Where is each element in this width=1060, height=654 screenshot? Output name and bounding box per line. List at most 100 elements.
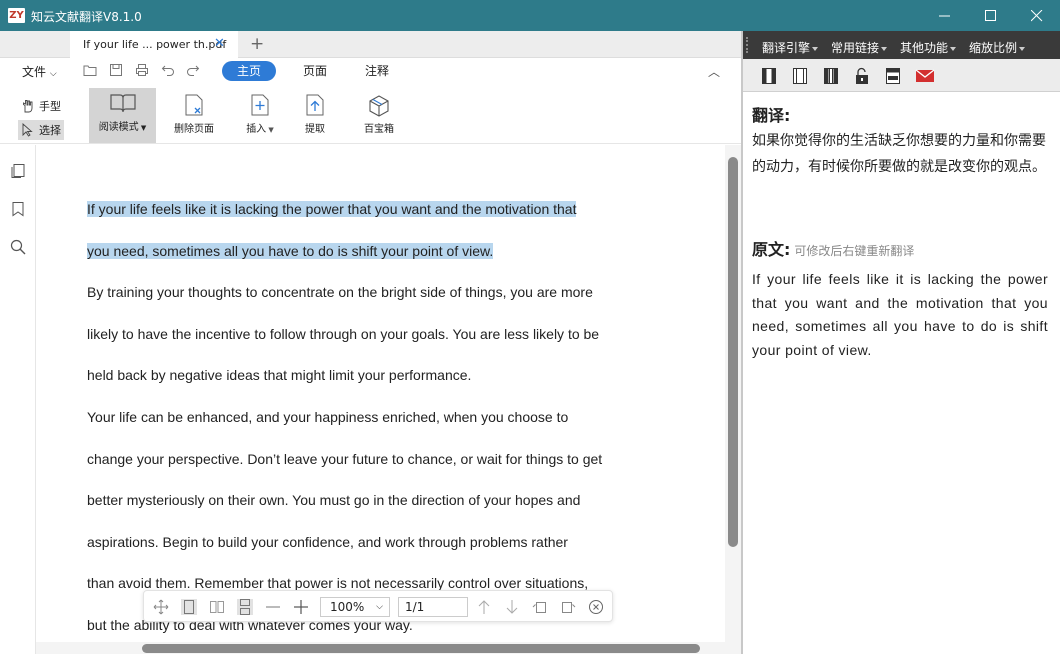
insert-page-icon — [251, 94, 269, 116]
app-logo: ZY — [8, 8, 25, 23]
drag-grip-icon[interactable] — [746, 37, 750, 53]
text-line: than avoid them. Remember that power is … — [87, 575, 589, 591]
minimize-button[interactable] — [922, 0, 968, 31]
open-folder-icon[interactable] — [83, 63, 97, 77]
layout-center-icon[interactable] — [791, 67, 809, 85]
source-heading: 原文: — [752, 240, 791, 259]
translation-content: 翻译: 如果你觉得你的生活缺乏你想要的力量和你需要的动力，有时候你所要做的就是改… — [743, 93, 1060, 654]
paragraph-2: By training your thoughts to concentrate… — [87, 272, 640, 397]
close-button[interactable] — [1014, 0, 1060, 31]
extract-button[interactable]: 提取 — [300, 90, 330, 142]
tab-bar: If your life ... power th.pdf ✕ + — [0, 31, 741, 58]
translation-panel: 翻译引擎 常用链接 其他功能 缩放比例 翻译: 如果你觉得你的生活缺乏你想要的力… — [741, 31, 1060, 654]
ribbon-toolbar: 文件 ⌵ 主页 页面 注释 ︿ 手型 选择 阅读模式 ▼ 删除页面 插入 ▼ 提… — [0, 58, 741, 144]
source-edit-hint: 可修改后右键重新翻译 — [794, 244, 915, 258]
unlock-icon[interactable] — [853, 67, 871, 85]
hand-icon — [23, 100, 33, 113]
menu-translation-engine[interactable]: 翻译引擎 — [762, 39, 818, 56]
translation-icon-bar — [743, 59, 1060, 92]
file-menu-label: 文件 — [22, 65, 47, 79]
menu-zoom-ratio[interactable]: 缩放比例 — [969, 39, 1025, 56]
menu-other-functions[interactable]: 其他功能 — [900, 39, 956, 56]
translation-heading: 翻译: — [752, 106, 791, 125]
continuous-scroll-icon[interactable] — [237, 599, 253, 615]
read-mode-button[interactable]: 阅读模式 ▼ — [89, 88, 156, 143]
vertical-scroll-thumb[interactable] — [728, 157, 738, 547]
minimize-icon — [939, 15, 950, 16]
source-heading-row: 原文: 可修改后右键重新翻译 — [752, 236, 914, 260]
tab-page[interactable]: 页面 — [288, 61, 342, 81]
rotate-left-icon[interactable] — [532, 599, 548, 615]
source-text[interactable]: If your life feels like it is lacking th… — [752, 268, 1048, 362]
maximize-button[interactable] — [968, 0, 1014, 31]
maximize-icon — [985, 9, 996, 21]
insert-label: 插入 — [246, 124, 267, 135]
tab-annotate[interactable]: 注释 — [350, 61, 404, 81]
zoom-out-icon[interactable] — [265, 599, 281, 615]
floating-page-toolbar: 100% ⌵ 1/1 — [143, 590, 613, 622]
highlighted-line[interactable]: If your life feels like it is lacking th… — [87, 201, 577, 217]
two-page-icon[interactable] — [209, 599, 225, 615]
save-icon[interactable] — [109, 63, 123, 77]
document-tab[interactable]: If your life ... power th.pdf ✕ — [70, 31, 238, 58]
collapse-ribbon-icon[interactable]: ︿ — [708, 63, 720, 80]
horizontal-scrollbar[interactable] — [36, 642, 725, 654]
delete-page-label: 删除页面 — [174, 124, 214, 135]
menu-common-links[interactable]: 常用链接 — [831, 39, 887, 56]
left-sidebar — [0, 145, 36, 654]
app-title: 知云文献翻译V8.1.0 — [31, 10, 142, 24]
window-mode-icon[interactable] — [884, 67, 902, 85]
translation-text[interactable]: 如果你觉得你的生活缺乏你想要的力量和你需要的动力，有时候你所要做的就是改变你的观… — [752, 128, 1048, 180]
delete-page-icon — [185, 94, 203, 116]
move-icon[interactable] — [153, 599, 169, 615]
toolbox-label: 百宝箱 — [364, 124, 394, 135]
bookmark-icon[interactable] — [10, 201, 26, 217]
undo-icon[interactable] — [161, 63, 175, 77]
text-line: Your life can be enhanced, and your happ… — [87, 409, 569, 425]
zoom-select[interactable]: 100% ⌵ — [320, 597, 390, 617]
redo-icon[interactable] — [186, 63, 200, 77]
toolbox-button[interactable]: 百宝箱 — [362, 90, 396, 142]
text-line: likely to have the incentive to follow t… — [87, 325, 600, 342]
dropdown-arrow-icon: ▼ — [138, 124, 147, 132]
file-menu[interactable]: 文件 ⌵ — [22, 63, 57, 80]
previous-page-icon[interactable] — [476, 599, 492, 615]
select-tool[interactable]: 选择 — [18, 120, 64, 140]
document-page[interactable]: If your life feels like it is lacking th… — [36, 145, 725, 642]
single-page-icon[interactable] — [181, 599, 197, 615]
text-line: change your perspective. Don’t leave you… — [87, 450, 603, 467]
text-line: held back by negative ideas that might l… — [87, 367, 472, 383]
next-page-icon[interactable] — [504, 599, 520, 615]
tab-close-icon[interactable]: ✕ — [214, 36, 225, 51]
layout-left-icon[interactable] — [760, 67, 778, 85]
page-number-input[interactable]: 1/1 — [398, 597, 468, 617]
cursor-icon — [22, 123, 33, 137]
close-icon — [1031, 9, 1043, 21]
extract-page-icon — [306, 94, 324, 116]
document-tab-label: If your life ... power th.pdf — [83, 38, 227, 51]
vertical-scrollbar[interactable] — [725, 145, 741, 654]
book-icon — [109, 94, 136, 113]
page-number-value: 1/1 — [405, 600, 425, 614]
zoom-in-icon[interactable] — [293, 599, 309, 615]
highlighted-line[interactable]: you need, sometimes all you have to do i… — [87, 242, 494, 259]
close-toolbar-icon[interactable] — [588, 599, 604, 615]
print-icon[interactable] — [135, 63, 149, 77]
zoom-value: 100% — [330, 600, 365, 614]
insert-button[interactable]: 插入 ▼ — [240, 90, 280, 142]
text-line: aspirations. Begin to build your confide… — [87, 533, 568, 550]
rotate-right-icon[interactable] — [560, 599, 576, 615]
toolbox-icon — [369, 95, 389, 117]
chevron-down-icon: ⌵ — [49, 69, 57, 79]
dropdown-arrow-icon: ▼ — [266, 126, 274, 134]
translation-menu-bar: 翻译引擎 常用链接 其他功能 缩放比例 — [743, 31, 1060, 59]
tab-home[interactable]: 主页 — [222, 61, 277, 81]
layout-split-icon[interactable] — [822, 67, 840, 85]
horizontal-scroll-thumb[interactable] — [142, 644, 700, 653]
search-icon[interactable] — [10, 239, 26, 255]
delete-page-button[interactable]: 删除页面 — [172, 90, 216, 142]
new-tab-icon[interactable]: + — [250, 34, 264, 54]
mail-icon[interactable] — [915, 67, 935, 85]
hand-tool[interactable]: 手型 — [18, 96, 64, 116]
thumbnails-icon[interactable] — [10, 163, 26, 179]
